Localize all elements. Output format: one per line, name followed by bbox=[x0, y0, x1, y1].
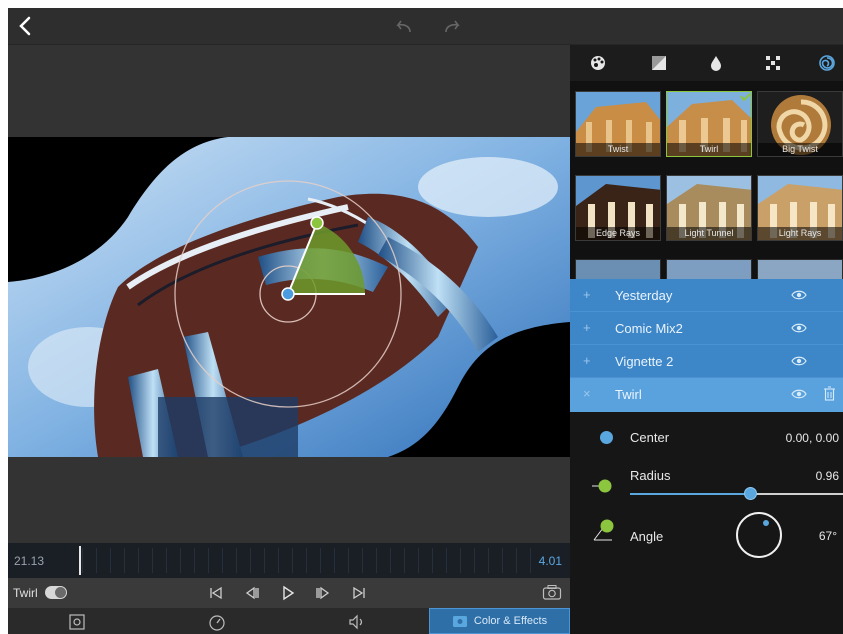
radius-handle-icon bbox=[592, 479, 612, 493]
add-icon: + bbox=[583, 353, 591, 368]
current-time: 21.13 bbox=[14, 554, 45, 568]
layer-item[interactable]: + Comic Mix2 bbox=[570, 312, 843, 345]
preset-twist[interactable]: Twist bbox=[575, 91, 661, 157]
eye-icon[interactable] bbox=[791, 388, 807, 400]
eye-icon[interactable] bbox=[791, 289, 807, 301]
add-icon: + bbox=[583, 287, 591, 302]
step-forward-icon[interactable] bbox=[314, 584, 332, 602]
play-icon[interactable] bbox=[279, 584, 297, 602]
center-label: Center bbox=[630, 430, 670, 445]
water-drop-icon[interactable] bbox=[707, 54, 725, 72]
layer-name: Comic Mix2 bbox=[615, 321, 683, 336]
tab-color-effects[interactable]: Color & Effects bbox=[429, 608, 570, 634]
preset-light-rays[interactable]: Light Rays bbox=[757, 175, 843, 241]
center-value[interactable]: 0.00, 0.00 bbox=[786, 431, 839, 445]
transform-icon[interactable] bbox=[68, 613, 86, 631]
preset-twirl[interactable]: Twirl bbox=[666, 91, 752, 157]
timeline[interactable]: 21.13 4.01 bbox=[8, 543, 570, 578]
angle-dial[interactable] bbox=[736, 512, 782, 558]
angle-dial-indicator[interactable] bbox=[763, 520, 769, 526]
effect-parameters: Center 0.00, 0.00 Radius 0.96 Angle 67° bbox=[570, 412, 843, 634]
snapshot-camera-icon[interactable] bbox=[542, 584, 562, 601]
add-icon: + bbox=[583, 320, 591, 335]
timeline-ticks bbox=[82, 548, 542, 573]
audio-speaker-icon[interactable] bbox=[348, 613, 366, 631]
angle-label: Angle bbox=[630, 529, 664, 544]
tab-color-effects-label: Color & Effects bbox=[473, 615, 548, 627]
bottom-toolbar: Color & Effects bbox=[8, 608, 570, 634]
layer-name: Yesterday bbox=[615, 288, 673, 303]
preset-label: Light Rays bbox=[758, 227, 842, 240]
preset-edge-rays[interactable]: Edge Rays bbox=[575, 175, 661, 241]
eye-icon[interactable] bbox=[791, 355, 807, 367]
playhead[interactable] bbox=[79, 546, 81, 575]
radius-slider-remainder[interactable] bbox=[757, 493, 843, 495]
top-bar bbox=[8, 8, 843, 45]
twirled-building-image bbox=[8, 137, 570, 457]
palette-icon[interactable] bbox=[589, 54, 607, 72]
effect-layer-list: + Yesterday + Comic Mix2 + Vignette 2 × … bbox=[570, 279, 843, 412]
current-layer-label: Twirl bbox=[13, 586, 38, 600]
pixelate-icon[interactable] bbox=[764, 54, 782, 72]
step-back-icon[interactable] bbox=[243, 584, 261, 602]
layer-name: Vignette 2 bbox=[615, 354, 674, 369]
trash-icon[interactable] bbox=[824, 386, 835, 401]
effect-category-bar bbox=[570, 45, 843, 81]
preset-label: Edge Rays bbox=[576, 227, 660, 240]
speed-icon[interactable] bbox=[208, 613, 226, 631]
preview-canvas[interactable] bbox=[8, 137, 570, 457]
radius-label: Radius bbox=[630, 468, 671, 483]
remove-icon[interactable]: × bbox=[583, 386, 591, 401]
layer-name: Twirl bbox=[615, 387, 642, 402]
redo-icon[interactable] bbox=[442, 18, 464, 36]
angle-handle-icon bbox=[593, 519, 614, 541]
effects-panel: Twist Twirl Big Twist Edge Rays Light Tu… bbox=[570, 45, 843, 634]
radius-slider-knob[interactable] bbox=[744, 487, 757, 500]
layer-item[interactable]: + Vignette 2 bbox=[570, 345, 843, 378]
layer-item[interactable]: + Yesterday bbox=[570, 279, 843, 312]
layer-item-selected[interactable]: × Twirl bbox=[570, 378, 843, 412]
center-handle-icon bbox=[600, 431, 613, 444]
film-effects-icon bbox=[452, 615, 467, 627]
skip-end-icon[interactable] bbox=[350, 584, 368, 602]
transport-bar: Twirl bbox=[8, 578, 570, 608]
radius-value: 0.96 bbox=[815, 469, 839, 483]
app-window: 21.13 4.01 Twirl Color & Effects Twist T… bbox=[8, 8, 843, 634]
preset-label: Light Tunnel bbox=[667, 227, 751, 240]
preset-label: Big Twist bbox=[758, 143, 842, 156]
preset-label: Twist bbox=[576, 143, 660, 156]
distort-swirl-icon[interactable] bbox=[818, 54, 836, 72]
undo-icon[interactable] bbox=[392, 18, 414, 36]
gradient-texture-icon[interactable] bbox=[650, 54, 668, 72]
back-arrow-icon[interactable] bbox=[14, 14, 38, 38]
eye-icon[interactable] bbox=[791, 322, 807, 334]
preset-light-tunnel[interactable]: Light Tunnel bbox=[666, 175, 752, 241]
skip-start-icon[interactable] bbox=[207, 584, 225, 602]
end-time: 4.01 bbox=[538, 554, 562, 568]
preset-grid: Twist Twirl Big Twist Edge Rays Light Tu… bbox=[570, 81, 843, 311]
video-viewer bbox=[8, 45, 570, 550]
preset-label: Twirl bbox=[667, 143, 751, 156]
preset-big-twist[interactable]: Big Twist bbox=[757, 91, 843, 157]
angle-value: 67° bbox=[818, 529, 837, 543]
effect-toggle[interactable] bbox=[45, 586, 67, 599]
